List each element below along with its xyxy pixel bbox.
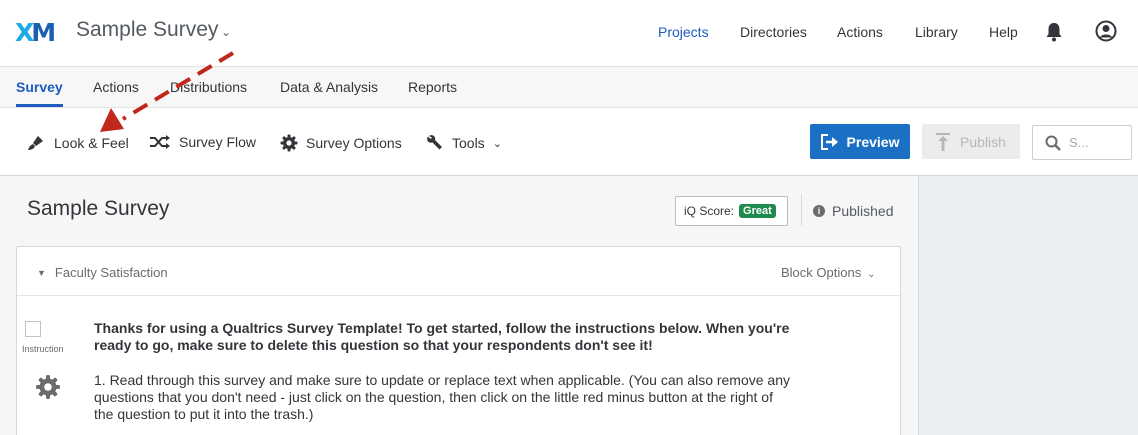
survey-tabs: Survey Actions Distributions Data & Anal… [0,67,1138,108]
user-account-icon[interactable] [1095,20,1117,42]
publish-status: i Published [813,203,894,219]
iq-score-badge: Great [739,204,776,218]
tab-survey[interactable]: Survey [16,79,63,95]
block-options-label: Block Options [781,265,862,280]
paint-brush-icon [28,136,43,150]
publish-status-label: Published [832,203,894,219]
block-collapse-toggle[interactable]: ▼ Faculty Satisfaction [37,265,168,280]
xm-logo[interactable]: XM [15,18,56,47]
nav-projects[interactable]: Projects [658,24,709,40]
tab-data-analysis[interactable]: Data & Analysis [280,79,378,95]
question-type-label: Instruction [22,344,64,354]
question-heading-text[interactable]: Thanks for using a Qualtrics Survey Temp… [94,320,794,354]
survey-options-button[interactable]: Survey Options [280,134,402,152]
right-side-panel [918,176,1138,435]
divider [801,194,802,226]
search-icon [1045,135,1061,151]
search-box[interactable] [1032,125,1132,160]
publish-upload-icon [936,132,951,151]
question-block: ▼ Faculty Satisfaction Block Options ⌄ In… [16,246,901,435]
survey-options-label: Survey Options [306,135,402,151]
preview-label: Preview [846,133,900,150]
nav-help[interactable]: Help [989,24,1018,40]
active-tab-indicator [16,104,63,107]
look-feel-label: Look & Feel [54,135,129,151]
nav-actions[interactable]: Actions [837,24,883,40]
wrench-icon [427,135,442,150]
survey-toolbar: Look & Feel Survey Flow Survey Options T… [0,108,1138,176]
preview-exit-icon [820,133,838,150]
block-name: Faculty Satisfaction [54,265,168,280]
survey-flow-label: Survey Flow [179,134,257,150]
chevron-down-icon[interactable]: ⌄ [221,25,231,39]
caret-down-icon: ▼ [37,267,46,278]
survey-editor: Sample Survey iQ Score: Great i Publishe… [0,176,918,435]
top-header: XM Sample Survey ⌄ Projects Directories … [0,0,1138,67]
question-body-text[interactable]: 1. Read through this survey and make sur… [94,372,794,423]
shuffle-flow-icon [150,135,170,149]
iq-score-label: iQ Score: [684,204,735,218]
iq-score-button[interactable]: iQ Score: Great [675,196,788,226]
project-title[interactable]: Sample Survey [76,18,218,42]
nav-directories[interactable]: Directories [740,24,807,40]
nav-library[interactable]: Library [915,24,958,40]
search-input[interactable] [1069,135,1129,150]
survey-flow-button[interactable]: Survey Flow [149,134,256,150]
tab-reports[interactable]: Reports [408,79,457,95]
block-header: ▼ Faculty Satisfaction Block Options ⌄ [17,247,900,296]
chevron-down-icon: ⌄ [867,269,876,280]
gear-icon [280,134,298,152]
block-options-menu[interactable]: Block Options ⌄ [781,265,876,280]
publish-button[interactable]: Publish [922,124,1020,159]
question-settings-gear-icon[interactable] [35,374,61,400]
bell-icon[interactable] [1044,21,1064,43]
preview-button[interactable]: Preview [810,124,910,159]
tools-menu-button[interactable]: Tools ⌄ [426,134,502,152]
tab-distributions[interactable]: Distributions [170,79,247,95]
survey-title: Sample Survey [27,197,170,220]
tools-label: Tools [452,135,485,151]
chevron-down-icon: ⌄ [492,137,502,150]
look-feel-button[interactable]: Look & Feel [26,134,129,152]
question-select-checkbox[interactable] [25,321,41,337]
publish-label: Publish [960,133,1006,150]
info-icon: i [813,205,825,217]
tab-actions[interactable]: Actions [93,79,139,95]
